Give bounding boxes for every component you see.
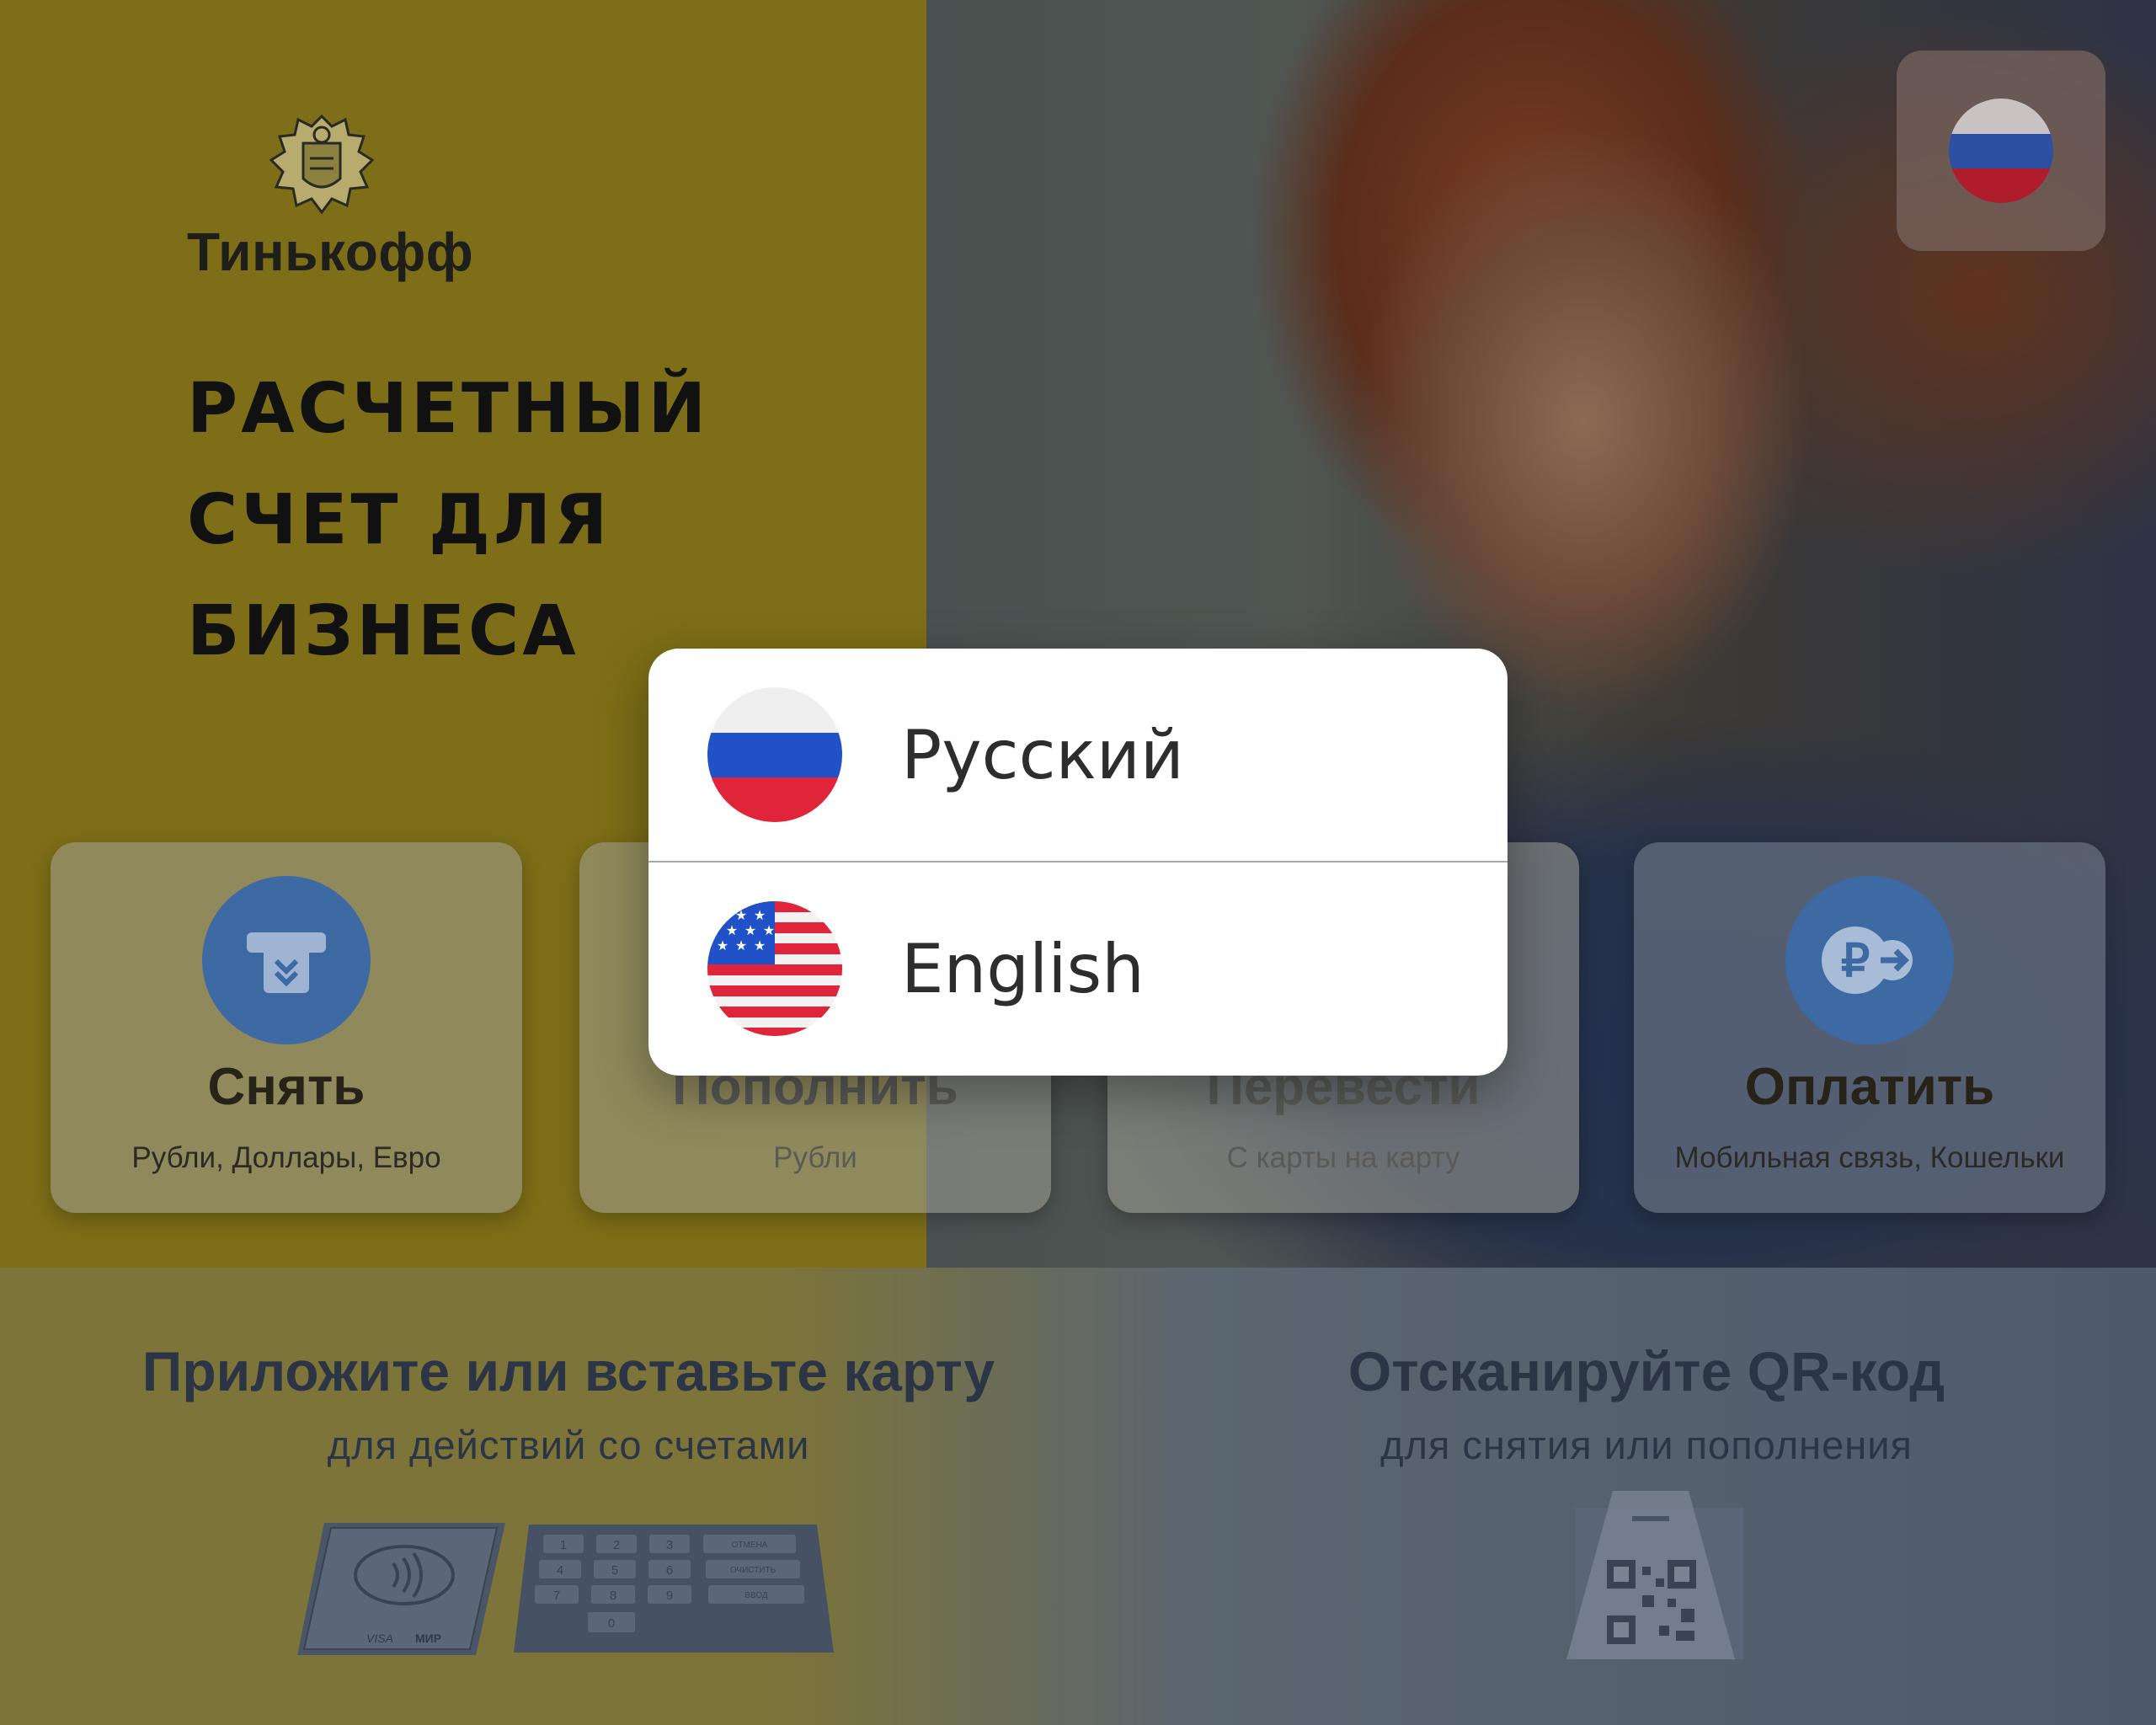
pinpad-key: 6 (666, 1563, 673, 1578)
svg-text:★: ★ (754, 937, 766, 953)
svg-text:★: ★ (744, 922, 756, 938)
svg-text:₽: ₽ (1841, 936, 1870, 986)
tile-subtitle: Рубли (773, 1141, 857, 1174)
pinpad-clear-key: ОЧИСТИТЬ (730, 1566, 776, 1575)
language-label: Русский (901, 715, 1184, 794)
pinpad-key: 1 (560, 1538, 567, 1552)
pinpad-key: 8 (610, 1589, 616, 1603)
withdraw-tile[interactable]: Снять Рубли, Доллары, Евро (51, 842, 522, 1213)
russian-flag-icon (707, 687, 842, 822)
pinpad-key: 7 (553, 1589, 560, 1603)
headline-line: СЧЕТ ДЛЯ (187, 480, 611, 560)
headline-line: РАСЧЕТНЫЙ (187, 369, 710, 449)
russian-flag-icon (1949, 99, 2053, 203)
svg-text:★: ★ (735, 907, 747, 923)
tile-subtitle: Мобильная связь, Кошельки (1674, 1141, 2065, 1174)
tile-subtitle: С карты на карту (1226, 1141, 1460, 1174)
pay-icon-badge: ₽ (1785, 876, 1954, 1044)
pinpad-key: 5 (611, 1563, 618, 1578)
tinkoff-emblem-icon (269, 114, 375, 215)
language-option-english[interactable]: ★ ★ ★ ★ ★ ★ ★ ★ ★ English (648, 862, 1508, 1075)
language-switch-button[interactable] (1897, 51, 2105, 251)
svg-text:★: ★ (726, 922, 738, 938)
pinpad-cancel-key: ОТМЕНА (732, 1541, 768, 1550)
pinpad-key: 3 (666, 1538, 673, 1552)
tile-title: Снять (207, 1058, 366, 1116)
pinpad-icon: 1 2 3 4 5 6 7 8 9 0 ОТМЕНА ОЧИСТИТЬ ВВОД (514, 1525, 834, 1653)
tile-title: Оплатить (1744, 1058, 1995, 1116)
mir-logo: МИР (415, 1632, 441, 1645)
svg-text:★: ★ (717, 907, 728, 923)
pinpad-key: 2 (613, 1538, 620, 1552)
pay-tile[interactable]: ₽ Оплатить Мобильная связь, Кошельки (1634, 842, 2105, 1213)
visa-logo: VISA (366, 1632, 393, 1645)
svg-text:★: ★ (735, 937, 747, 953)
withdraw-icon-badge (202, 876, 371, 1044)
qr-section-subtitle: для снятия или пополнения (1380, 1423, 1913, 1467)
qr-scanner-icon (1566, 1491, 1743, 1659)
card-section-subtitle: для действий со счетами (327, 1423, 810, 1467)
language-label: English (901, 929, 1145, 1008)
brand-name: Тинькофф (187, 222, 474, 282)
svg-text:★: ★ (763, 922, 775, 938)
language-option-russian[interactable]: Русский (648, 649, 1508, 861)
atm-withdraw-icon (247, 932, 326, 993)
svg-text:★: ★ (754, 907, 766, 923)
contactless-reader-icon: VISA МИР (297, 1523, 505, 1655)
pinpad-key: 0 (608, 1616, 615, 1631)
ruble-pay-icon: ₽ (1822, 927, 1913, 994)
pinpad-key: 4 (557, 1563, 563, 1578)
card-section-title: Приложите или вставьте карту (141, 1340, 995, 1402)
us-flag-icon: ★ ★ ★ ★ ★ ★ ★ ★ ★ (707, 901, 842, 1036)
qr-section-title: Отсканируйте QR-код (1348, 1340, 1945, 1402)
pinpad-key: 9 (666, 1589, 673, 1603)
svg-text:★: ★ (717, 937, 728, 953)
tile-subtitle: Рубли, Доллары, Евро (131, 1141, 441, 1174)
pinpad-enter-key: ВВОД (744, 1591, 768, 1600)
page-headline: РАСЧЕТНЫЙ СЧЕТ ДЛЯ БИЗНЕСА (187, 354, 827, 687)
language-dialog: Русский ★ ★ ★ ★ ★ ★ ★ ★ ★ English (648, 649, 1508, 1076)
